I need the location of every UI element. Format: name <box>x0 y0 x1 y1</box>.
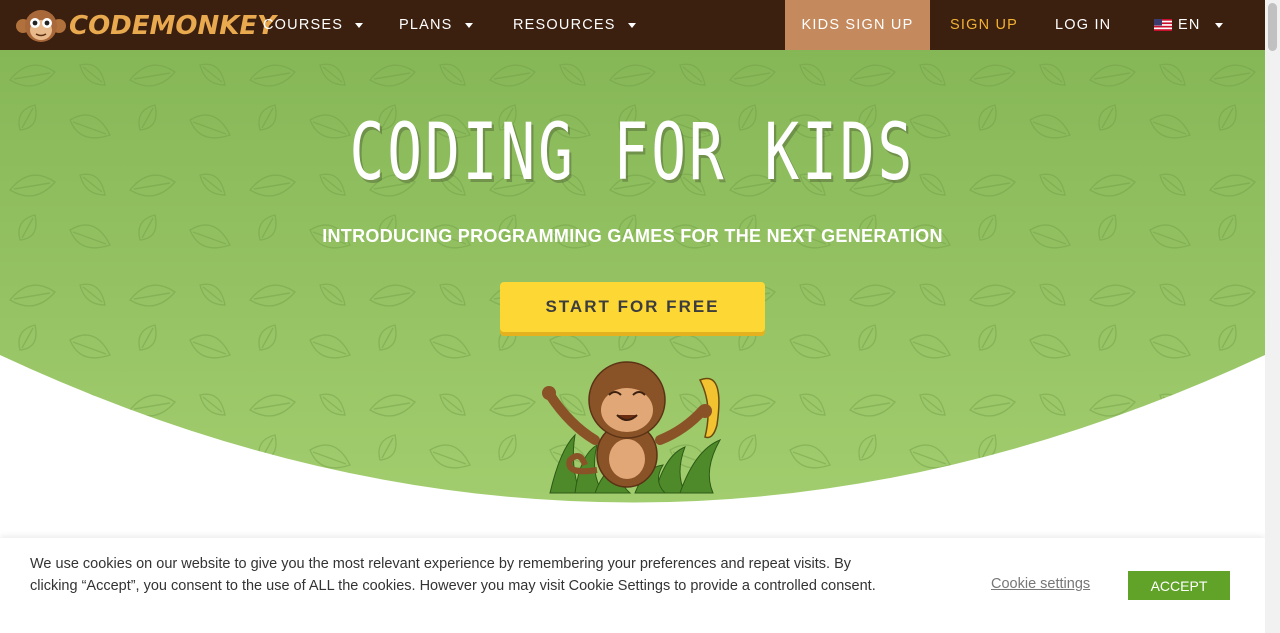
top-navigation: CODEMONKEY COURSES PLANS RESOURCES KIDS … <box>0 0 1265 50</box>
chevron-down-icon <box>355 22 364 28</box>
hero-title: CODING FOR KIDS <box>349 108 916 198</box>
signup-link[interactable]: SIGN UP <box>950 0 1018 50</box>
nav-plans[interactable]: PLANS <box>399 0 473 50</box>
cookie-message: We use cookies on our website to give yo… <box>30 556 876 594</box>
cookie-settings-link[interactable]: Cookie settings <box>991 576 1090 592</box>
us-flag-icon <box>1154 19 1172 31</box>
hero-subtitle: INTRODUCING PROGRAMMING GAMES FOR THE NE… <box>322 226 943 246</box>
nav-plans-label: PLANS <box>399 17 453 33</box>
nav-resources-label: RESOURCES <box>513 17 616 33</box>
logo-text: CODEMONKEY <box>69 11 276 41</box>
nav-courses[interactable]: COURSES <box>263 0 364 50</box>
kids-signup-button[interactable]: KIDS SIGN UP <box>785 0 930 50</box>
accept-button[interactable]: ACCEPT <box>1128 571 1230 600</box>
monkey-face-icon <box>16 10 66 42</box>
scrollbar-thumb[interactable] <box>1268 3 1277 51</box>
nav-courses-label: COURSES <box>263 17 344 33</box>
start-for-free-button[interactable]: START FOR FREE <box>500 282 765 332</box>
vertical-scrollbar[interactable] <box>1265 0 1280 633</box>
chevron-down-icon <box>1214 22 1223 28</box>
language-selector[interactable]: EN <box>1154 0 1223 50</box>
language-label: EN <box>1178 17 1201 33</box>
nav-resources[interactable]: RESOURCES <box>513 0 636 50</box>
chevron-down-icon <box>464 22 473 28</box>
chevron-down-icon <box>627 22 636 28</box>
page: CODEMONKEY COURSES PLANS RESOURCES KIDS … <box>0 0 1280 633</box>
logo[interactable]: CODEMONKEY <box>15 8 276 44</box>
cookie-consent-bar: We use cookies on our website to give yo… <box>0 538 1265 633</box>
monkey-holding-banana-illustration <box>542 361 722 494</box>
login-link[interactable]: LOG IN <box>1055 0 1111 50</box>
